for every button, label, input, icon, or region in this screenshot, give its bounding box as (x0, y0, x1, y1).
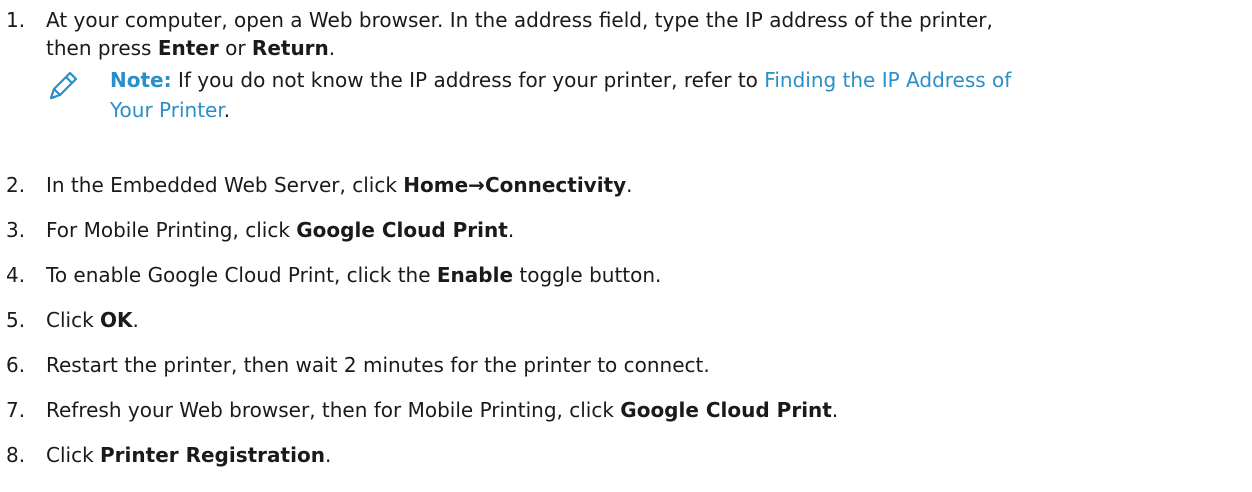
step-number: 5. (6, 308, 26, 332)
text-run: . (328, 36, 336, 60)
step-text-line: then press Enter or Return. (46, 34, 1236, 62)
ui-term: Google Cloud Print (296, 218, 508, 242)
key-return: Return (251, 36, 329, 60)
step-number: 6. (6, 353, 26, 377)
ip-address-link-continued[interactable]: Your Printer (110, 98, 224, 122)
note-label: Note: (110, 68, 172, 92)
step-text-line: At your computer, open a Web browser. In… (46, 8, 993, 32)
step-text: Click Printer Registration. (46, 443, 332, 467)
step-number: 3. (6, 218, 26, 242)
step-text: At your computer, open a Web browser. In… (46, 6, 1236, 62)
ui-term: Printer Registration (100, 443, 325, 467)
text-run: then press (46, 36, 158, 60)
pencil-icon (49, 71, 78, 100)
note-text: Note: If you do not know the IP address … (110, 65, 1240, 125)
text-run: or (218, 36, 252, 60)
step-number: 4. (6, 263, 26, 287)
step-number: 2. (6, 173, 26, 197)
step-number: 8. (6, 443, 26, 467)
ui-term: OK (100, 308, 133, 332)
step-text: To enable Google Cloud Print, click the … (46, 263, 662, 287)
ip-address-link[interactable]: Finding the IP Address of (764, 68, 1011, 92)
ui-term: Enable (436, 263, 514, 287)
text-run: . (223, 98, 231, 122)
text-run: If you do not know the IP address for yo… (171, 68, 765, 92)
step-text: Restart the printer, then wait 2 minutes… (46, 353, 710, 377)
step-number: 1. (6, 8, 26, 32)
step-text: For Mobile Printing, click Google Cloud … (46, 218, 515, 242)
step-number: 7. (6, 398, 26, 422)
key-enter: Enter (157, 36, 219, 60)
step-text: Click OK. (46, 308, 139, 332)
menu-path: Home→Connectivity (403, 173, 627, 197)
step-text: In the Embedded Web Server, click Home→C… (46, 173, 633, 197)
ui-term: Google Cloud Print (620, 398, 832, 422)
step-text: Refresh your Web browser, then for Mobil… (46, 398, 839, 422)
document-page: 1. At your computer, open a Web browser.… (0, 0, 1252, 492)
